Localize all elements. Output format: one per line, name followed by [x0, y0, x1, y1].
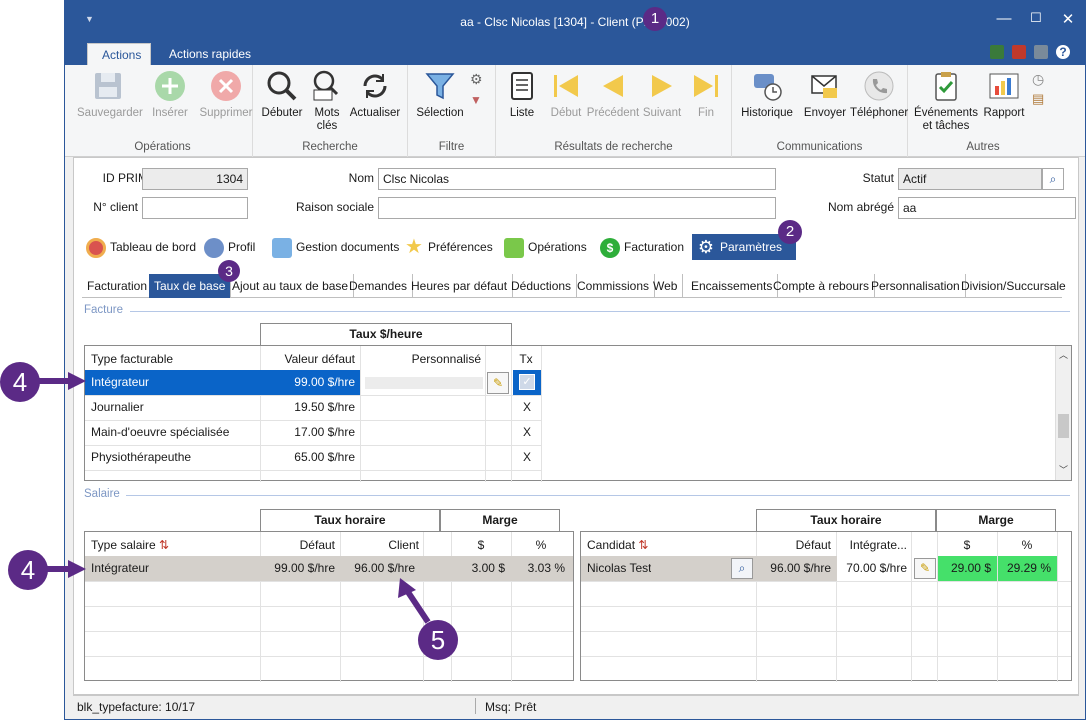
callout-5: 5 — [418, 620, 458, 660]
callout-4b: 4 — [8, 550, 48, 590]
callout-4a: 4 — [0, 362, 40, 402]
callout-arrows — [36, 372, 431, 624]
